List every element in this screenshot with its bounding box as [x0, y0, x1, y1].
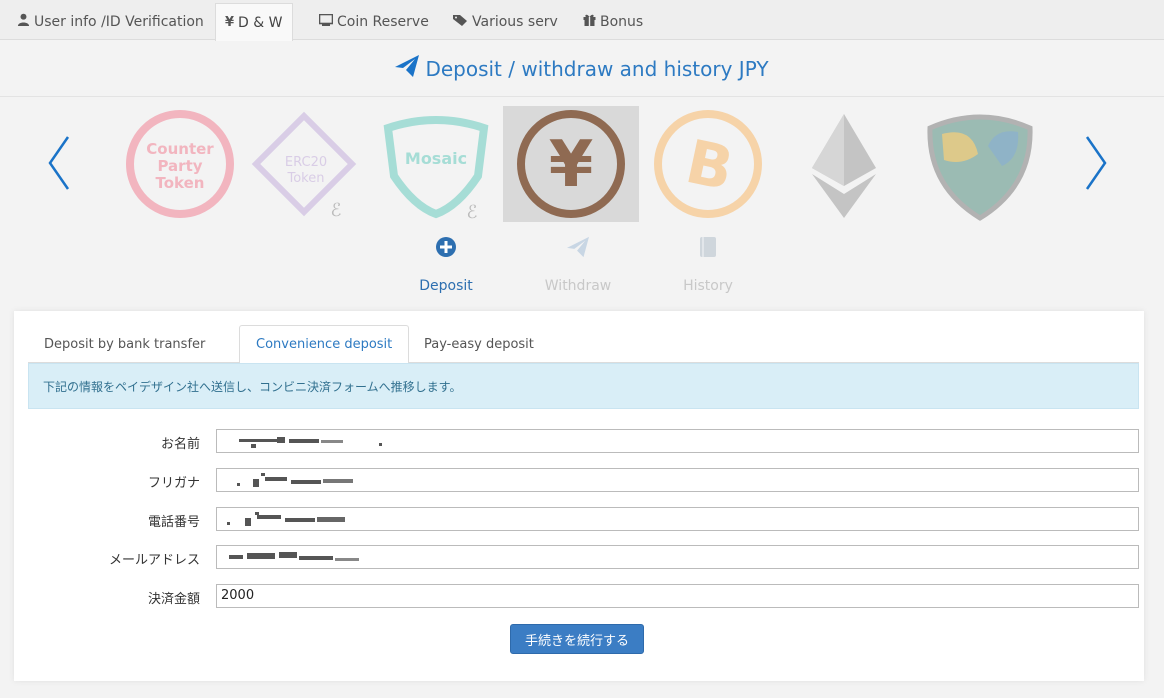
currency-carousel: Counter Party Token ERC20 Token ℰ Mosaic…	[0, 98, 1164, 228]
deposit-action[interactable]: Deposit	[386, 232, 506, 294]
coin-text: Token	[156, 174, 205, 192]
phone-input[interactable]	[216, 507, 1139, 531]
coin-erc20[interactable]: ERC20 Token ℰ	[236, 106, 372, 222]
tab-user-info[interactable]: User info /ID Verification	[8, 3, 213, 40]
history-action[interactable]: History	[648, 232, 768, 294]
email-label: メールアドレス	[108, 553, 200, 568]
tab-bank-transfer[interactable]: Deposit by bank transfer	[28, 325, 221, 363]
tab-various-services[interactable]: Various serv	[444, 3, 567, 40]
paper-plane-icon	[518, 232, 638, 262]
yen-icon: ¥	[225, 15, 235, 30]
coin-ethereum[interactable]	[776, 106, 912, 222]
tab-pay-easy[interactable]: Pay-easy deposit	[408, 325, 550, 363]
svg-text:ℰ: ℰ	[331, 200, 342, 221]
tab-label: Bonus	[600, 13, 644, 30]
page-title: Deposit / withdraw and history JPY	[425, 56, 769, 81]
coin-text: Mosaic	[405, 149, 467, 168]
furigana-row: フリガナ	[28, 468, 1139, 492]
name-row: お名前	[28, 429, 1139, 453]
tab-dw[interactable]: ¥ D & W	[215, 3, 293, 41]
carousel-prev-arrow[interactable]	[40, 133, 80, 193]
tab-coin-reserve[interactable]: Coin Reserve	[310, 3, 438, 40]
tag-icon	[453, 14, 468, 30]
redacted-value	[239, 434, 389, 448]
deposit-panel: Deposit by bank transfer Convenience dep…	[14, 311, 1144, 681]
top-navigation: User info /ID Verification ¥ D & W Coin …	[0, 0, 1164, 41]
email-input[interactable]	[216, 545, 1139, 569]
coin-text: Party	[157, 157, 202, 175]
paper-plane-icon	[395, 54, 420, 83]
tab-bonus[interactable]: Bonus	[574, 3, 652, 40]
coin-bitcoin[interactable]: B	[640, 106, 776, 222]
amount-row: 決済金額 2000	[28, 584, 1139, 608]
action-row: Deposit Withdraw History	[0, 232, 1164, 308]
monitor-icon	[318, 13, 334, 30]
redacted-value	[229, 550, 369, 564]
coin-text: Token	[287, 171, 325, 186]
phone-label: 電話番号	[147, 515, 200, 530]
tab-label: Various serv	[472, 13, 558, 30]
deposit-method-tabs: Deposit by bank transfer Convenience dep…	[28, 325, 1139, 364]
name-input[interactable]	[216, 429, 1139, 453]
withdraw-label: Withdraw	[544, 278, 612, 294]
user-icon	[17, 13, 30, 30]
withdraw-action[interactable]: Withdraw	[518, 232, 638, 294]
furigana-input[interactable]	[216, 468, 1139, 492]
gift-icon	[583, 13, 596, 30]
coin-jpy[interactable]: ¥	[503, 106, 639, 222]
tab-label: Coin Reserve	[337, 13, 429, 30]
tab-label: User info /ID Verification	[34, 13, 204, 30]
name-label: お名前	[160, 437, 200, 452]
page-header: Deposit / withdraw and history JPY	[0, 41, 1164, 97]
svg-text:ℰ: ℰ	[467, 202, 478, 222]
redacted-value	[227, 512, 347, 526]
info-notice: 下記の情報をペイデザイン社へ送信し、コンビニ決済フォームへ推移します。	[28, 363, 1139, 409]
history-label: History	[683, 278, 733, 294]
tab-convenience-deposit[interactable]: Convenience deposit	[239, 325, 410, 364]
amount-input[interactable]: 2000	[216, 584, 1139, 608]
coin-text: ERC20	[285, 155, 327, 170]
coin-mosaic[interactable]: Mosaic ℰ	[368, 106, 504, 223]
deposit-label: Deposit	[419, 278, 473, 294]
plus-circle-icon	[386, 232, 506, 262]
furigana-label: フリガナ	[147, 476, 200, 491]
coin-symbol: ¥	[549, 128, 594, 202]
coin-nem[interactable]	[912, 106, 1048, 222]
redacted-value	[231, 473, 361, 487]
tab-label: D & W	[238, 14, 283, 31]
carousel-next-arrow[interactable]	[1075, 133, 1115, 193]
continue-button[interactable]: 手続きを続行する	[510, 624, 644, 654]
email-row: メールアドレス	[28, 545, 1139, 569]
coin-text: Counter	[146, 140, 214, 158]
phone-row: 電話番号	[28, 507, 1139, 531]
book-icon	[648, 232, 768, 262]
coin-symbol: B	[680, 127, 739, 205]
coin-counterparty[interactable]: Counter Party Token	[112, 106, 248, 222]
amount-label: 決済金額	[147, 592, 200, 607]
